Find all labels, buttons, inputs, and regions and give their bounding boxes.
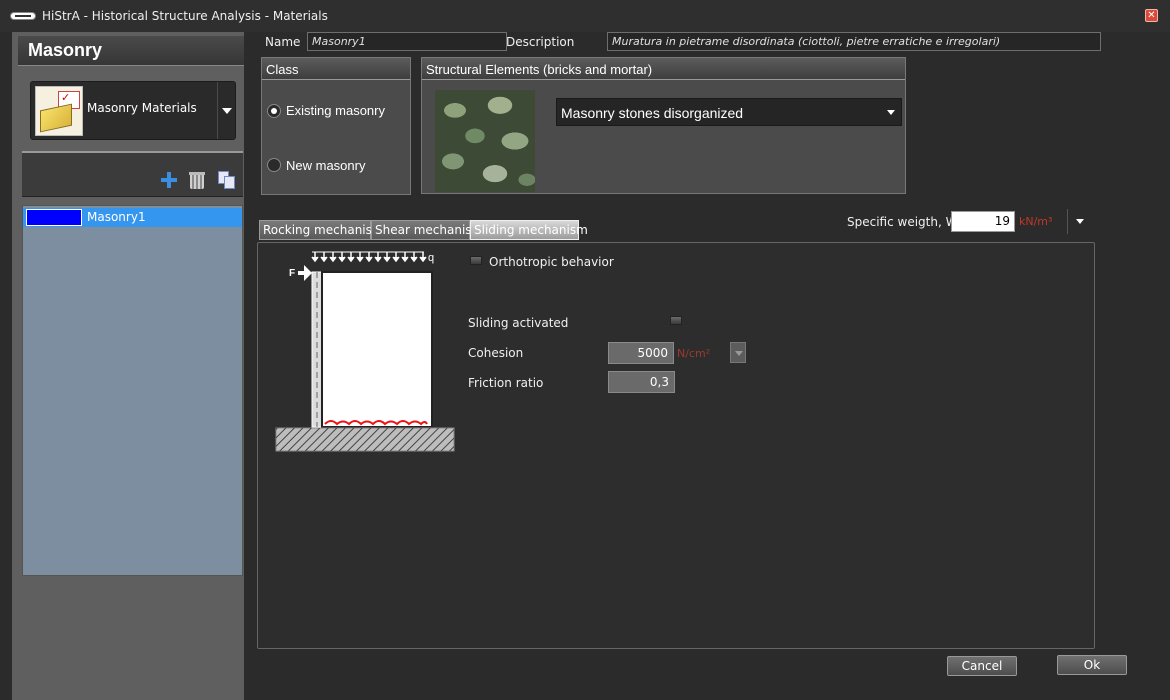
tab-shear-mechanism[interactable]: Shear mechanism: [371, 220, 483, 240]
class-group-title: Class: [262, 58, 410, 80]
color-swatch: [26, 209, 82, 226]
new-masonry-label: New masonry: [286, 158, 366, 173]
sliding-diagram: q F: [275, 251, 455, 452]
left-panel-header: Masonry: [18, 36, 244, 66]
list-item[interactable]: Masonry1: [23, 208, 242, 227]
material-type-label: Masonry Materials: [87, 101, 197, 115]
ok-button[interactable]: Ok: [1057, 655, 1127, 675]
cohesion-input[interactable]: 5000: [608, 342, 674, 364]
specific-weight-unit: kN/m³: [1019, 215, 1053, 228]
tab-sliding-mechanism[interactable]: Sliding mechanism: [470, 220, 588, 240]
orthotropic-label: Orthotropic behavior: [489, 255, 614, 269]
ground-hatch: [276, 428, 454, 451]
radio-existing-masonry[interactable]: [267, 104, 281, 118]
orthotropic-checkbox[interactable]: [470, 256, 482, 265]
cohesion-unit-dropdown[interactable]: [730, 342, 746, 363]
material-list: Masonry1: [22, 205, 243, 576]
cancel-button[interactable]: Cancel: [947, 656, 1017, 676]
force-arrow-icon: [298, 265, 312, 281]
left-panel-title: Masonry: [28, 40, 103, 60]
radio-new-masonry[interactable]: [267, 158, 281, 172]
structural-element-value: Masonry stones disorganized: [561, 105, 744, 121]
add-icon[interactable]: [160, 171, 178, 189]
sliding-activated-checkbox[interactable]: [670, 316, 682, 325]
friction-input[interactable]: 0,3: [608, 371, 675, 393]
close-button[interactable]: ✕: [1145, 9, 1158, 22]
tab-rocking-mechanism[interactable]: Rocking mechanism: [259, 220, 384, 240]
chevron-down-icon: [1076, 219, 1084, 224]
name-field[interactable]: Masonry1: [307, 32, 507, 51]
title-bar: HiStrA - Historical Structure Analysis -…: [0, 0, 1170, 32]
copy-icon[interactable]: [218, 171, 236, 189]
wall-block: [321, 271, 433, 428]
structural-group-title: Structural Elements (bricks and mortar): [422, 58, 905, 80]
cohesion-label: Cohesion: [468, 346, 524, 360]
existing-masonry-label: Existing masonry: [286, 103, 385, 118]
description-field[interactable]: Muratura in pietrame disordinata (ciotto…: [607, 32, 1101, 51]
force-label: F: [289, 268, 295, 279]
chevron-down-icon: [735, 351, 743, 356]
sliding-activated-label: Sliding activated: [468, 316, 569, 330]
cohesion-unit: N/cm²: [677, 347, 711, 360]
structural-element-select[interactable]: Masonry stones disorganized: [556, 98, 902, 126]
list-toolbar: [22, 151, 243, 197]
left-panel: Masonry Masonry Materials Masonry1: [12, 32, 244, 700]
class-group: Class Existing masonry New masonry: [261, 57, 411, 195]
friction-label: Friction ratio: [468, 376, 544, 390]
specific-weight-label: Specific weigth, W: [847, 215, 958, 229]
description-label: Description: [506, 35, 575, 49]
app-icon: [10, 12, 36, 20]
chevron-down-icon[interactable]: [222, 108, 232, 114]
masonry-materials-icon: [35, 86, 83, 136]
unit-dropdown[interactable]: [1067, 209, 1091, 234]
load-label: q: [428, 252, 434, 264]
specific-weight-input[interactable]: 19: [951, 211, 1015, 232]
list-item-label: Masonry1: [87, 210, 146, 224]
material-type-selector[interactable]: Masonry Materials: [30, 81, 236, 140]
delete-icon[interactable]: [189, 171, 205, 189]
structural-group: Structural Elements (bricks and mortar) …: [421, 57, 906, 194]
chevron-down-icon: [887, 110, 895, 115]
window-title: HiStrA - Historical Structure Analysis -…: [42, 9, 328, 23]
masonry-texture-image: [435, 90, 535, 192]
load-arrows: [311, 251, 427, 263]
name-label: Name: [265, 35, 301, 49]
